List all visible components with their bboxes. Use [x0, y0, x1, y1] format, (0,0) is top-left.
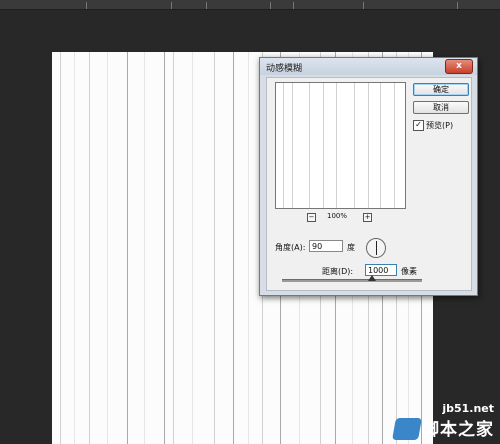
distance-slider-thumb[interactable] — [368, 275, 376, 281]
distance-label: 距离(D): — [322, 267, 354, 276]
dialog-title: 动感模糊 — [266, 64, 303, 74]
distance-unit: 像素 — [401, 267, 417, 276]
top-ruler — [0, 0, 500, 10]
watermark-name: 脚本之家 — [422, 420, 494, 440]
zoom-out-button[interactable]: − — [307, 213, 316, 222]
preview-label: 预览(P) — [426, 121, 454, 130]
distance-slider-track[interactable] — [282, 279, 422, 282]
zoom-in-button[interactable]: + — [363, 213, 372, 222]
dialog-panel: 确定 取消 ✓ 预览(P) − 100% + 角度(A): 90 度 距离(D)… — [266, 77, 472, 291]
watermark-site: jb51.net — [442, 402, 494, 415]
cancel-button[interactable]: 取消 — [413, 101, 469, 114]
angle-dial[interactable] — [366, 238, 386, 258]
close-button[interactable]: x — [445, 59, 473, 74]
angle-unit: 度 — [347, 243, 355, 252]
ok-button[interactable]: 确定 — [413, 83, 469, 96]
watermark: jb51.net 脚本之家 — [422, 402, 494, 440]
dialog-titlebar[interactable]: 动感模糊 x — [260, 58, 477, 75]
preview-checkbox[interactable]: ✓ — [413, 120, 424, 131]
motion-blur-dialog: 动感模糊 x 确定 取消 ✓ 预览(P) − 100% + 角度(A): 90 … — [259, 57, 478, 296]
angle-input[interactable]: 90 — [309, 240, 343, 252]
blur-preview[interactable] — [275, 82, 406, 209]
zoom-level: 100% — [327, 212, 348, 220]
watermark-logo-icon — [392, 418, 422, 440]
angle-dial-needle — [376, 241, 377, 255]
angle-label: 角度(A): — [275, 243, 306, 252]
